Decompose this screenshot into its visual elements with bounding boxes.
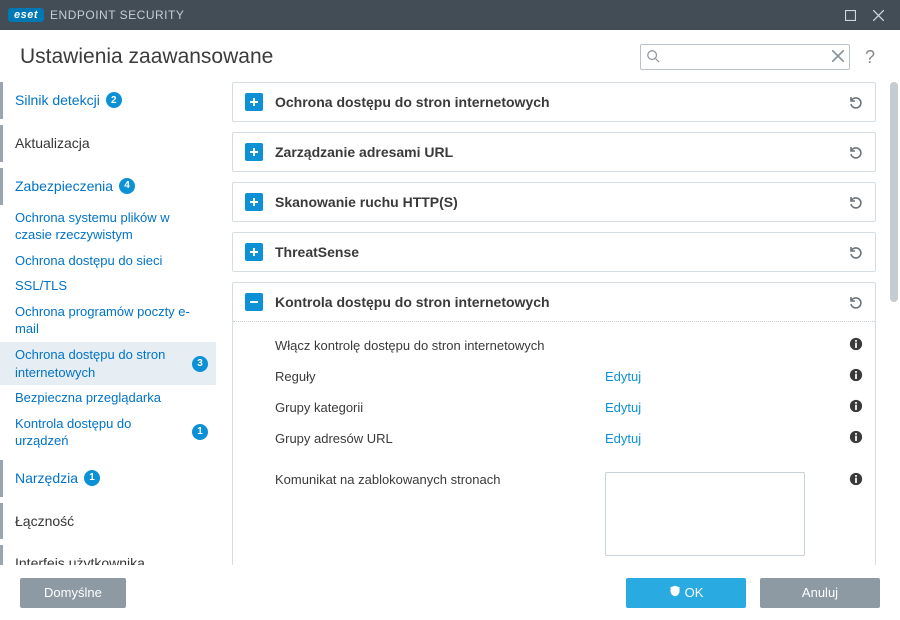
page-title: Ustawienia zaawansowane — [20, 45, 273, 69]
sidebar-item-label: Silnik detekcji — [15, 91, 100, 110]
sidebar-item-web-access[interactable]: Ochrona dostępu do stron internetowych 3 — [0, 342, 216, 385]
panel-header[interactable]: ThreatSense — [233, 233, 875, 271]
panel-header[interactable]: Skanowanie ruchu HTTP(S) — [233, 183, 875, 221]
sidebar-item-label: Ochrona systemu plików w czasie rzeczywi… — [15, 209, 208, 244]
edit-rules-link[interactable]: Edytuj — [605, 369, 641, 384]
sidebar-item-ssl-tls[interactable]: SSL/TLS — [0, 273, 216, 299]
panel-web-access-protection: Ochrona dostępu do stron internetowych — [232, 82, 876, 122]
row-label: Reguły — [275, 369, 605, 384]
row-blocked-message: Komunikat na zablokowanych stronach — [275, 454, 863, 566]
scrollbar[interactable] — [890, 82, 898, 587]
badge: 4 — [119, 178, 135, 194]
sidebar-item-network-access[interactable]: Ochrona dostępu do sieci — [0, 248, 216, 274]
footer: Domyślne OK Anuluj — [0, 565, 900, 620]
sidebar-item-connectivity[interactable]: Łączność — [0, 503, 216, 540]
panel-title: Zarządzanie adresami URL — [275, 144, 847, 160]
badge: 3 — [192, 356, 208, 372]
row-label: Włącz kontrolę dostępu do stron internet… — [275, 338, 605, 353]
sidebar-item-email-protection[interactable]: Ochrona programów poczty e-mail — [0, 299, 216, 342]
expand-icon — [245, 193, 263, 211]
panel-web-access-control: Kontrola dostępu do stron internetowych … — [232, 282, 876, 583]
clear-search-icon[interactable] — [832, 49, 844, 67]
panel-body: Włącz kontrolę dostępu do stron internet… — [233, 322, 875, 582]
undo-icon[interactable] — [847, 144, 863, 160]
default-button[interactable]: Domyślne — [20, 578, 126, 608]
row-category-groups: Grupy kategorii Edytuj — [275, 392, 863, 423]
info-icon[interactable] — [849, 399, 863, 416]
panel-title: ThreatSense — [275, 244, 847, 260]
panel-header[interactable]: Zarządzanie adresami URL — [233, 133, 875, 171]
sidebar-item-device-control[interactable]: Kontrola dostępu do urządzeń 1 — [0, 411, 216, 454]
panel-title: Skanowanie ruchu HTTP(S) — [275, 194, 847, 210]
info-icon[interactable] — [849, 472, 863, 489]
edit-category-groups-link[interactable]: Edytuj — [605, 400, 641, 415]
row-rules: Reguły Edytuj — [275, 361, 863, 392]
sidebar-item-label: Łączność — [15, 512, 74, 531]
info-icon[interactable] — [849, 337, 863, 354]
edit-url-groups-link[interactable]: Edytuj — [605, 431, 641, 446]
header: Ustawienia zaawansowane ? — [0, 30, 900, 82]
window-maximize-icon[interactable] — [836, 1, 864, 29]
sidebar-item-label: Ochrona dostępu do sieci — [15, 252, 162, 270]
shield-icon — [669, 585, 681, 600]
sidebar: Silnik detekcji 2 Aktualizacja Zabezpiec… — [0, 82, 222, 587]
ok-label: OK — [685, 585, 704, 600]
sidebar-item-secure-browser[interactable]: Bezpieczna przeglądarka — [0, 385, 216, 411]
sidebar-item-label: Zabezpieczenia — [15, 177, 113, 196]
sidebar-item-tools[interactable]: Narzędzia 1 — [0, 460, 216, 497]
row-label: Grupy adresów URL — [275, 431, 605, 446]
sidebar-item-update[interactable]: Aktualizacja — [0, 125, 216, 162]
brand-logo: eset — [8, 8, 44, 22]
panel-url-management: Zarządzanie adresami URL — [232, 132, 876, 172]
row-label: Grupy kategorii — [275, 400, 605, 415]
sidebar-item-label: SSL/TLS — [15, 277, 67, 295]
content-area: Ochrona dostępu do stron internetowych Z… — [222, 82, 900, 587]
blocked-message-textarea[interactable] — [605, 472, 805, 556]
info-icon[interactable] — [849, 430, 863, 447]
sidebar-item-label: Kontrola dostępu do urządzeń — [15, 415, 186, 450]
sidebar-item-label: Ochrona dostępu do stron internetowych — [15, 346, 186, 381]
badge: 2 — [106, 92, 122, 108]
search-input[interactable] — [640, 44, 850, 70]
titlebar: eset ENDPOINT SECURITY — [0, 0, 900, 30]
panel-header[interactable]: Ochrona dostępu do stron internetowych — [233, 83, 875, 121]
sidebar-item-label: Bezpieczna przeglądarka — [15, 389, 161, 407]
row-url-groups: Grupy adresów URL Edytuj — [275, 423, 863, 454]
undo-icon[interactable] — [847, 294, 863, 310]
expand-icon — [245, 93, 263, 111]
sidebar-item-label: Ochrona programów poczty e-mail — [15, 303, 208, 338]
badge: 1 — [192, 424, 208, 440]
panel-header[interactable]: Kontrola dostępu do stron internetowych — [233, 283, 875, 322]
row-enable-webcontrol: Włącz kontrolę dostępu do stron internet… — [275, 330, 863, 361]
cancel-button[interactable]: Anuluj — [760, 578, 880, 608]
product-name: ENDPOINT SECURITY — [50, 8, 184, 22]
panel-http-scan: Skanowanie ruchu HTTP(S) — [232, 182, 876, 222]
panel-title: Ochrona dostępu do stron internetowych — [275, 94, 847, 110]
expand-icon — [245, 143, 263, 161]
sidebar-item-label: Aktualizacja — [15, 134, 90, 153]
help-button[interactable]: ? — [860, 47, 880, 68]
undo-icon[interactable] — [847, 244, 863, 260]
undo-icon[interactable] — [847, 94, 863, 110]
sidebar-item-realtime-fs[interactable]: Ochrona systemu plików w czasie rzeczywi… — [0, 205, 216, 248]
collapse-icon — [245, 293, 263, 311]
window-close-icon[interactable] — [864, 1, 892, 29]
sidebar-item-protections[interactable]: Zabezpieczenia 4 — [0, 168, 216, 205]
sidebar-item-detection-engine[interactable]: Silnik detekcji 2 — [0, 82, 216, 119]
search-wrap — [640, 44, 850, 70]
panel-threatsense: ThreatSense — [232, 232, 876, 272]
badge: 1 — [84, 470, 100, 486]
expand-icon — [245, 243, 263, 261]
row-label: Komunikat na zablokowanych stronach — [275, 472, 605, 487]
ok-button[interactable]: OK — [626, 578, 746, 608]
panel-title: Kontrola dostępu do stron internetowych — [275, 294, 847, 310]
scrollbar-thumb[interactable] — [890, 82, 898, 302]
info-icon[interactable] — [849, 368, 863, 385]
search-icon — [646, 49, 660, 68]
sidebar-item-label: Narzędzia — [15, 469, 78, 488]
undo-icon[interactable] — [847, 194, 863, 210]
